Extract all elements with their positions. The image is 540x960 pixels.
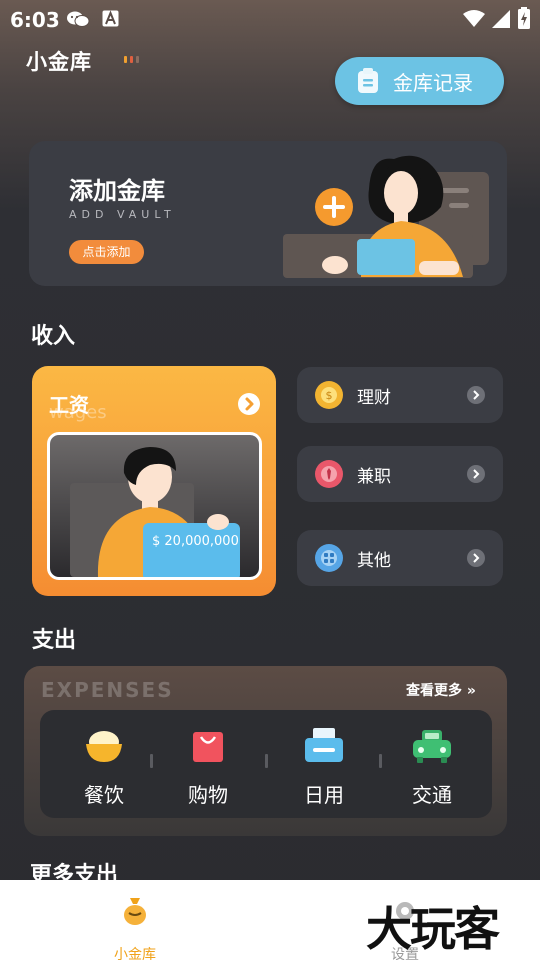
watermark-logo: 大玩客 xyxy=(366,902,500,956)
wages-illustration: $ 20,000,000 xyxy=(47,432,262,580)
income-item-other[interactable]: 其他 xyxy=(297,530,503,586)
coin-icon: $ xyxy=(315,381,343,409)
chevron-right-icon xyxy=(467,465,485,483)
money-bag-icon xyxy=(124,898,146,925)
separator xyxy=(150,754,153,768)
income-heading: 收入 xyxy=(31,324,76,349)
svg-text:$: $ xyxy=(326,389,333,402)
vault-record-button[interactable]: 金库记录 xyxy=(335,57,504,105)
font-a-icon xyxy=(102,10,119,27)
income-item-finance-label: 理财 xyxy=(357,387,391,408)
separator xyxy=(379,754,382,768)
expense-item-transport[interactable]: 交通 xyxy=(392,710,472,818)
add-vault-subtitle: ADD VAULT xyxy=(69,208,176,221)
view-more-label: 查看更多 xyxy=(406,683,462,699)
shopping-bag-icon xyxy=(193,732,223,762)
expense-card: EXPENSES 查看更多 » 餐饮 购物 日用 交通 xyxy=(24,666,507,836)
rice-bowl-icon xyxy=(86,731,122,762)
add-vault-button[interactable]: 点击添加 xyxy=(69,240,144,264)
income-item-finance[interactable]: $ 理财 xyxy=(297,367,503,423)
man-money-illustration xyxy=(70,447,240,577)
expense-item-shopping-label: 购物 xyxy=(188,783,228,807)
battery-icon xyxy=(518,7,530,29)
expense-heading: 支出 xyxy=(32,628,77,653)
expense-watermark: EXPENSES xyxy=(41,678,174,702)
clipboard-icon xyxy=(358,68,378,93)
expense-category-bar: 餐饮 购物 日用 交通 xyxy=(40,710,492,818)
vault-record-label: 金库记录 xyxy=(393,70,473,95)
wages-card[interactable]: wages 工资 $ 20,000,000 xyxy=(32,366,276,596)
tie-icon xyxy=(315,460,343,488)
car-icon xyxy=(413,730,451,763)
expense-item-daily[interactable]: 日用 xyxy=(284,710,364,818)
income-item-parttime[interactable]: 兼职 xyxy=(297,446,503,502)
wages-amount: $ 20,000,000 xyxy=(152,534,239,549)
income-item-other-label: 其他 xyxy=(357,550,391,571)
wechat-icon xyxy=(67,11,90,27)
grid-icon xyxy=(315,544,343,572)
double-chevron-icon: » xyxy=(466,683,476,699)
nav-tab-home-label: 小金库 xyxy=(114,947,156,960)
chevron-right-icon xyxy=(467,386,485,404)
add-vault-title: 添加金库 xyxy=(69,177,165,205)
printer-icon xyxy=(305,728,343,762)
signal-icon xyxy=(492,10,510,28)
expense-item-shopping[interactable]: 购物 xyxy=(168,710,248,818)
chevron-right-icon xyxy=(245,397,254,411)
wages-title: 工资 xyxy=(49,393,89,417)
status-bar: 6:03 xyxy=(0,0,540,36)
chevron-right-icon xyxy=(467,549,485,567)
expense-item-daily-label: 日用 xyxy=(304,783,344,807)
title-decoration xyxy=(124,56,139,63)
nav-tab-home[interactable]: 小金库 xyxy=(100,892,170,960)
woman-laptop-illustration xyxy=(283,155,489,278)
expense-item-dining[interactable]: 餐饮 xyxy=(64,710,144,818)
add-vault-card[interactable]: 添加金库 ADD VAULT 点击添加 xyxy=(29,141,507,286)
status-time: 6:03 xyxy=(10,8,60,32)
wifi-icon xyxy=(463,10,485,27)
expense-item-dining-label: 餐饮 xyxy=(84,783,124,807)
wages-arrow-button[interactable] xyxy=(238,393,260,415)
income-item-parttime-label: 兼职 xyxy=(357,466,391,487)
app-title: 小金库 xyxy=(26,50,92,74)
view-more-link[interactable]: 查看更多 » xyxy=(406,680,476,700)
expense-item-transport-label: 交通 xyxy=(412,783,452,807)
separator xyxy=(265,754,268,768)
app-screen: 6:03 小金库 金库记录 添加金库 ADD VAULT 点击添加 收入 wag… xyxy=(0,0,540,960)
